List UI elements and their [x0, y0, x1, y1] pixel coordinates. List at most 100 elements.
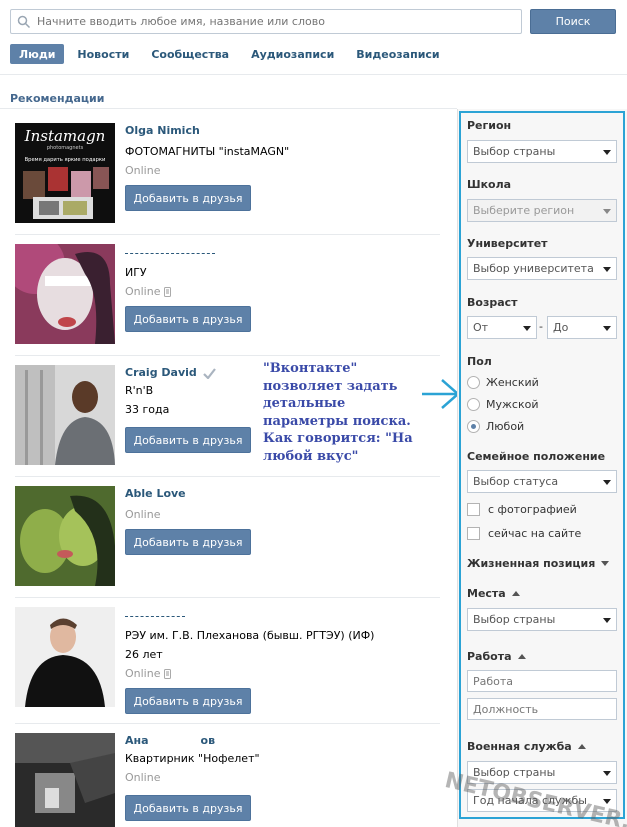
life-position-toggle[interactable]: Жизненная позиция — [467, 557, 610, 570]
tab-audio[interactable]: Аудиозаписи — [242, 44, 343, 64]
checkbox-label: сейчас на сайте — [488, 527, 582, 540]
add-friend-button[interactable]: Добавить в друзья — [125, 688, 251, 714]
search-input-container[interactable] — [10, 9, 522, 34]
name-cropped — [125, 616, 185, 620]
select-value: Выбор статуса — [473, 475, 559, 488]
radio-selected-icon — [467, 420, 480, 433]
person-card: Ана ов Квартирник "Нофелет" Online Добави… — [15, 733, 440, 827]
person-card: РЭУ им. Г.В. Плеханова (бывш. РГТЭУ) (ИФ… — [15, 607, 440, 714]
online-label: Online — [125, 667, 161, 680]
person-name[interactable]: Craig David — [125, 365, 216, 381]
family-label: Семейное положение — [467, 450, 606, 463]
person-name[interactable]: Able Love — [125, 486, 186, 502]
radio-label: Женский — [486, 376, 539, 389]
avatar[interactable] — [15, 607, 115, 707]
person-card: Able Love Online Добавить в друзья — [15, 486, 440, 588]
person-name-tail: ов — [200, 734, 216, 747]
select-value: Выберите регион — [473, 204, 575, 217]
university-label: Университет — [467, 237, 548, 250]
triangle-down-icon — [601, 561, 610, 566]
school-select[interactable]: Выберите регион — [467, 199, 617, 222]
person-name-text: Ана — [125, 734, 149, 747]
person-name[interactable] — [125, 607, 374, 623]
divider — [15, 723, 440, 724]
radio-icon — [467, 398, 480, 411]
places-select[interactable]: Выбор страны — [467, 608, 617, 631]
age-from-select[interactable]: От — [467, 316, 537, 339]
tab-news[interactable]: Новости — [68, 44, 138, 64]
add-friend-button[interactable]: Добавить в друзья — [125, 529, 251, 555]
chevron-down-icon — [603, 267, 611, 272]
mobile-icon — [164, 668, 172, 679]
military-toggle[interactable]: Военная служба — [467, 740, 586, 753]
radio-icon — [467, 376, 480, 389]
search-button[interactable]: Поиск — [530, 9, 616, 34]
chevron-down-icon — [603, 618, 611, 623]
age-to-select[interactable]: До — [547, 316, 617, 339]
online-label: Online — [125, 164, 161, 177]
avatar[interactable]: Instamagn photomagnets Время дарить ярки… — [15, 123, 115, 223]
select-value: До — [553, 321, 569, 334]
section-label: Работа — [467, 650, 512, 663]
search-icon — [17, 15, 31, 28]
school-label: Школа — [467, 178, 512, 191]
photo-logo-text: Instamagn — [24, 127, 106, 145]
search-input[interactable] — [37, 15, 521, 28]
avatar[interactable] — [15, 244, 115, 344]
add-friend-button[interactable]: Добавить в друзья — [125, 427, 251, 453]
person-info: ФОТОМАГНИТЫ "instaMAGN" — [125, 145, 290, 158]
divider — [0, 108, 457, 109]
work-input[interactable]: Работа — [467, 670, 617, 692]
position-input[interactable]: Должность — [467, 698, 617, 720]
triangle-up-icon — [577, 744, 586, 749]
places-toggle[interactable]: Места — [467, 587, 520, 600]
section-label: Жизненная позиция — [467, 557, 596, 570]
avatar[interactable] — [15, 486, 115, 586]
avatar[interactable] — [15, 733, 115, 827]
region-select[interactable]: Выбор страны — [467, 140, 617, 163]
work-toggle[interactable]: Работа — [467, 650, 526, 663]
chevron-down-icon — [603, 771, 611, 776]
tab-video[interactable]: Видеозаписи — [347, 44, 448, 64]
person-info: РЭУ им. Г.В. Плеханова (бывш. РГТЭУ) (ИФ… — [125, 629, 375, 642]
divider — [15, 355, 440, 356]
mobile-icon — [164, 286, 172, 297]
add-friend-button[interactable]: Добавить в друзья — [125, 306, 251, 332]
sex-radio-female[interactable]: Женский — [467, 376, 539, 389]
family-select[interactable]: Выбор статуса — [467, 470, 617, 493]
section-label: Военная служба — [467, 740, 572, 753]
person-info: Квартирник "Нофелет" — [125, 752, 260, 765]
sex-radio-male[interactable]: Мужской — [467, 398, 538, 411]
divider — [15, 476, 440, 477]
with-photo-checkbox[interactable]: с фотографией — [467, 503, 577, 516]
person-age: 26 лет — [125, 648, 163, 661]
section-title: Рекомендации — [10, 92, 105, 105]
online-label: Online — [125, 285, 161, 298]
chevron-down-icon — [603, 480, 611, 485]
add-friend-button[interactable]: Добавить в друзья — [125, 185, 251, 211]
tab-people[interactable]: Люди — [10, 44, 65, 64]
annotation-text: "Вконтакте" позволяет задать детальные п… — [263, 361, 413, 464]
university-select[interactable]: Выбор университета — [467, 257, 617, 280]
select-value: Выбор страны — [473, 145, 556, 158]
sex-radio-any[interactable]: Любой — [467, 420, 524, 433]
divider — [15, 234, 440, 235]
add-friend-button[interactable]: Добавить в друзья — [125, 795, 251, 821]
triangle-up-icon — [517, 654, 526, 659]
person-age: 33 года — [125, 403, 170, 416]
person-card: ИГУ Online Добавить в друзья — [15, 244, 440, 346]
person-name[interactable]: Ана ов — [125, 733, 260, 749]
tab-bar: Люди Новости Сообщества Аудиозаписи Виде… — [10, 44, 453, 64]
radio-label: Любой — [486, 420, 525, 433]
online-now-checkbox[interactable]: сейчас на сайте — [467, 527, 581, 540]
person-name[interactable] — [125, 244, 221, 260]
person-name[interactable]: Olga Nimich — [125, 123, 289, 139]
photo-caption: Время дарить яркие подарки — [25, 157, 106, 163]
person-card: Instamagn photomagnets Время дарить ярки… — [15, 123, 440, 225]
region-label: Регион — [467, 119, 512, 132]
person-info: ИГУ — [125, 266, 147, 279]
divider — [0, 74, 627, 75]
tab-communities[interactable]: Сообщества — [142, 44, 238, 64]
arrow-icon — [422, 379, 460, 409]
avatar[interactable] — [15, 365, 115, 465]
